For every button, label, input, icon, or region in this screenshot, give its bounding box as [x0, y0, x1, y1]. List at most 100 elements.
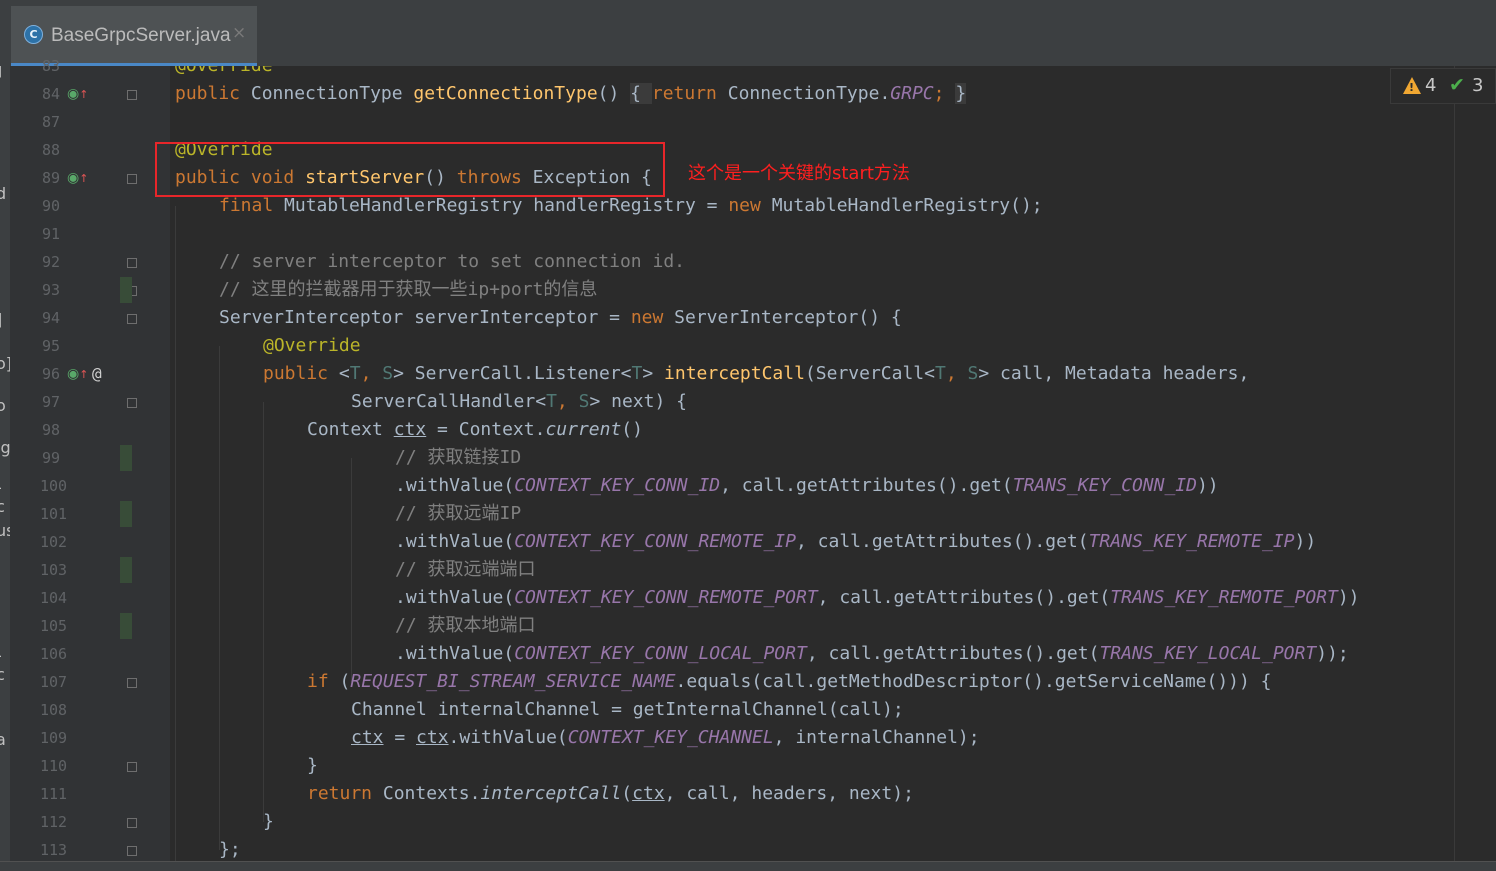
vcs-change-marker[interactable] [120, 501, 132, 527]
fold-icon[interactable] [127, 314, 137, 324]
token: T [934, 363, 946, 384]
implements-method-icon[interactable]: ◉↑ [67, 360, 88, 389]
warning-icon: ! [1403, 77, 1421, 94]
line-number: 108 [40, 701, 68, 719]
tab-label: BaseGrpcServer.java [51, 25, 231, 46]
token: (ServerCall< [804, 363, 935, 384]
code-line: public ConnectionType getConnectionType(… [175, 80, 967, 108]
line-number: 93 [41, 281, 60, 299]
error-stripe[interactable] [1454, 66, 1496, 861]
implements-method-icon[interactable]: ◉↑ [67, 164, 88, 193]
fold-icon[interactable] [127, 846, 137, 856]
warning-count: 4 [1425, 75, 1437, 96]
token: T [546, 391, 557, 412]
vcs-change-marker[interactable] [120, 277, 132, 303]
token: ctx [351, 727, 384, 748]
code-line: } [307, 755, 318, 776]
token: GRPC [890, 83, 934, 104]
line-number: 106 [40, 645, 68, 663]
code-line: Context ctx = Context.current() [307, 416, 643, 444]
code-comment: // 获取链接ID [395, 447, 522, 468]
token: MutableHandlerRegistry(); [760, 195, 1043, 216]
token: final [219, 195, 274, 216]
line-number: 102 [40, 533, 68, 551]
java-class-icon: C [24, 25, 43, 44]
token: ( [621, 783, 633, 804]
token: current [545, 419, 622, 440]
token: ConnectionType. [716, 83, 891, 104]
indent-guide [175, 206, 176, 861]
close-icon[interactable]: × [232, 23, 246, 43]
check-icon: ✔ [1449, 74, 1465, 96]
fold-icon[interactable] [127, 90, 137, 100]
token: > [642, 363, 665, 384]
token: > call, Metadata headers, [978, 363, 1250, 384]
token: .withValue( [395, 531, 515, 552]
fold-icon[interactable] [127, 678, 137, 688]
line-number: 103 [40, 561, 68, 579]
token: ; [933, 83, 956, 104]
code-line: ctx = ctx.withValue(CONTEXT_KEY_CHANNEL,… [351, 724, 980, 752]
implements-method-icon[interactable]: ◉↑ [67, 80, 88, 109]
code-line: Channel internalChannel = getInternalCha… [351, 696, 904, 724]
token: < [328, 363, 350, 384]
token: interceptCall [480, 783, 622, 804]
fold-icon[interactable] [127, 258, 137, 268]
line-number: 97 [41, 393, 60, 411]
strip-glyph: -c [0, 478, 5, 516]
token: = Context. [426, 419, 546, 440]
token: , call.getAttributes().get( [795, 531, 1089, 552]
token: S [382, 363, 394, 384]
token: ConnectionType [240, 83, 414, 104]
indent-guide [351, 458, 352, 682]
fold-icon[interactable] [127, 762, 137, 772]
fold-icon[interactable] [127, 398, 137, 408]
line-number: 88 [41, 141, 60, 159]
strip-glyph: o] [0, 354, 10, 373]
token: .withValue( [395, 643, 515, 664]
line-number: 105 [40, 617, 68, 635]
token: return [307, 783, 373, 804]
fold-icon[interactable] [127, 818, 137, 828]
line-number: 104 [40, 589, 68, 607]
annotation-highlight-box [155, 142, 665, 197]
token: CONTEXT_KEY_CONN_ID [514, 475, 721, 496]
line-number: 112 [40, 813, 68, 831]
inspection-widget[interactable]: ! 4 ✔ 3 [1390, 68, 1496, 104]
at-annotation-icon[interactable]: @ [92, 360, 102, 388]
token: CONTEXT_KEY_CONN_LOCAL_PORT [514, 643, 807, 664]
line-number: 95 [41, 337, 60, 355]
token: public [263, 363, 329, 384]
code-line: }; [219, 839, 241, 860]
token: TRANS_KEY_LOCAL_PORT [1099, 643, 1317, 664]
code-line: @Override [175, 66, 273, 80]
editor-gutter[interactable]: 83 84 87 88 89 90 91 92 93 94 95 96 97 9… [10, 57, 170, 861]
code-line: ServerCallHandler<T, S> next) { [351, 388, 687, 416]
token: )) [1337, 587, 1360, 608]
token: .withValue( [395, 587, 515, 608]
token: > next) { [589, 391, 687, 412]
fold-icon[interactable] [127, 174, 137, 184]
code-line: .withValue(CONTEXT_KEY_CONN_REMOTE_IP, c… [395, 528, 1316, 556]
code-line: @Override [263, 335, 361, 356]
code-line: .withValue(CONTEXT_KEY_CONN_LOCAL_PORT, … [395, 640, 1349, 668]
token: ( [328, 671, 351, 692]
strip-glyph: ig [0, 438, 10, 457]
token: , call.getAttributes().get( [806, 643, 1100, 664]
token: MutableHandlerRegistry handlerRegistry = [273, 195, 729, 216]
token: , call, headers, next); [664, 783, 914, 804]
token: public [175, 83, 241, 104]
strip-glyph: d [0, 184, 7, 203]
left-tool-strip: ] d ] o] o ig -c us -c a [0, 66, 10, 861]
vcs-change-marker[interactable] [120, 445, 132, 471]
vcs-change-marker[interactable] [120, 613, 132, 639]
token: interceptCall [664, 363, 805, 384]
token: ctx [632, 783, 665, 804]
line-number: 113 [40, 841, 68, 859]
token: getConnectionType [413, 83, 598, 104]
line-number: 91 [41, 225, 60, 243]
token: , internalChannel); [773, 727, 980, 748]
token: new [630, 307, 664, 328]
code-line: public <T, S> ServerCall.Listener<T> int… [263, 360, 1249, 388]
vcs-change-marker[interactable] [120, 557, 132, 583]
